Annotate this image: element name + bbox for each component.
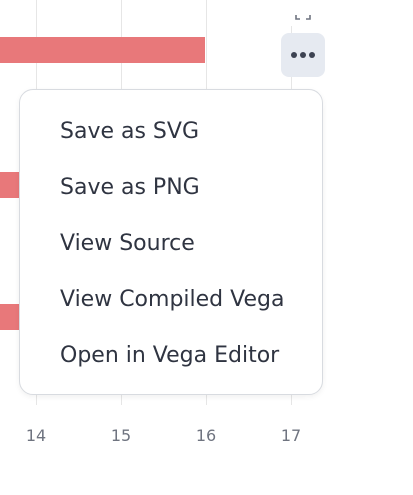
menu-item-save-png[interactable]: Save as PNG [60, 174, 200, 202]
menu-item-save-svg[interactable]: Save as SVG [60, 118, 199, 146]
fullscreen-button[interactable] [281, 0, 325, 26]
x-tick-label: 15 [110, 426, 132, 445]
menu-item-view-source[interactable]: View Source [60, 230, 195, 258]
more-horizontal-icon [291, 52, 315, 58]
more-actions-button[interactable] [281, 33, 325, 77]
bar [0, 304, 20, 330]
chart-canvas: 14 15 16 17 Save as SVG Save as PNG View… [0, 0, 413, 495]
menu-item-view-compiled-vega[interactable]: View Compiled Vega [60, 286, 284, 314]
x-tick-label: 16 [195, 426, 217, 445]
x-tick-label: 14 [25, 426, 47, 445]
menu-item-open-vega-editor[interactable]: Open in Vega Editor [60, 342, 279, 370]
fullscreen-icon [295, 15, 311, 20]
bar [0, 172, 20, 198]
bar [0, 37, 205, 63]
actions-menu: Save as SVG Save as PNG View Source View… [19, 89, 323, 395]
x-tick-label: 17 [280, 426, 302, 445]
